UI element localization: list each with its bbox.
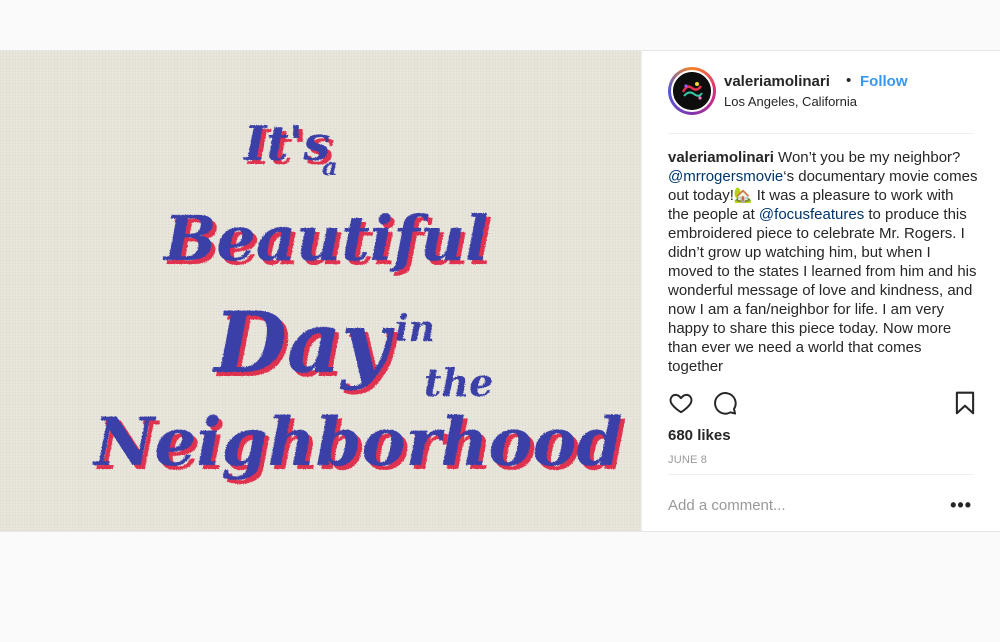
- artwork-text-a: a: [322, 152, 338, 181]
- artwork-text-its: It's: [242, 116, 330, 172]
- avatar-image: [673, 72, 711, 110]
- comment-icon[interactable]: [712, 390, 738, 416]
- heart-icon[interactable]: [668, 390, 694, 416]
- house-emoji: 🏡: [733, 187, 753, 204]
- artwork-text-beautiful: Beautiful: [162, 202, 489, 275]
- post-caption: valeriamolinari Won’t you be my neighbor…: [668, 148, 978, 427]
- comment-section: •••: [668, 474, 974, 532]
- follow-button[interactable]: Follow: [860, 73, 908, 90]
- caption-text: to produce this embroidered piece to cel…: [668, 206, 977, 375]
- artwork-text-in: in: [395, 308, 435, 350]
- bookmark-icon[interactable]: [952, 390, 978, 416]
- mention-link[interactable]: @mrrogersmovie: [668, 168, 783, 185]
- instagram-post: It's Beautiful Day Neighborhood It's a B…: [0, 50, 1000, 532]
- post-sidebar: valeriamolinari • Follow Los Angeles, Ca…: [641, 51, 1000, 531]
- artwork-text-neighborhood: Neighborhood: [92, 403, 623, 481]
- post-header: valeriamolinari • Follow Los Angeles, Ca…: [668, 67, 974, 134]
- post-image[interactable]: It's Beautiful Day Neighborhood It's a B…: [0, 51, 641, 531]
- mention-link[interactable]: @focusfeatures: [759, 206, 864, 223]
- more-icon[interactable]: •••: [950, 495, 972, 516]
- post-date: JUNE 8: [668, 454, 708, 466]
- avatar[interactable]: [671, 70, 713, 112]
- caption-username[interactable]: valeriamolinari: [668, 149, 774, 166]
- action-bar: [668, 390, 978, 420]
- location-link[interactable]: Los Angeles, California: [724, 94, 857, 109]
- artwork-text-the: the: [424, 360, 493, 405]
- likes-count[interactable]: 680 likes: [668, 427, 731, 444]
- embroidery-artwork: It's Beautiful Day Neighborhood It's a B…: [92, 116, 627, 485]
- comment-input[interactable]: [668, 494, 928, 516]
- artwork-text-day: Day: [212, 293, 395, 392]
- caption-text: Won’t you be my neighbor?: [773, 149, 961, 166]
- username-link[interactable]: valeriamolinari: [724, 73, 830, 90]
- separator-dot: •: [846, 72, 852, 89]
- story-ring[interactable]: [668, 67, 716, 115]
